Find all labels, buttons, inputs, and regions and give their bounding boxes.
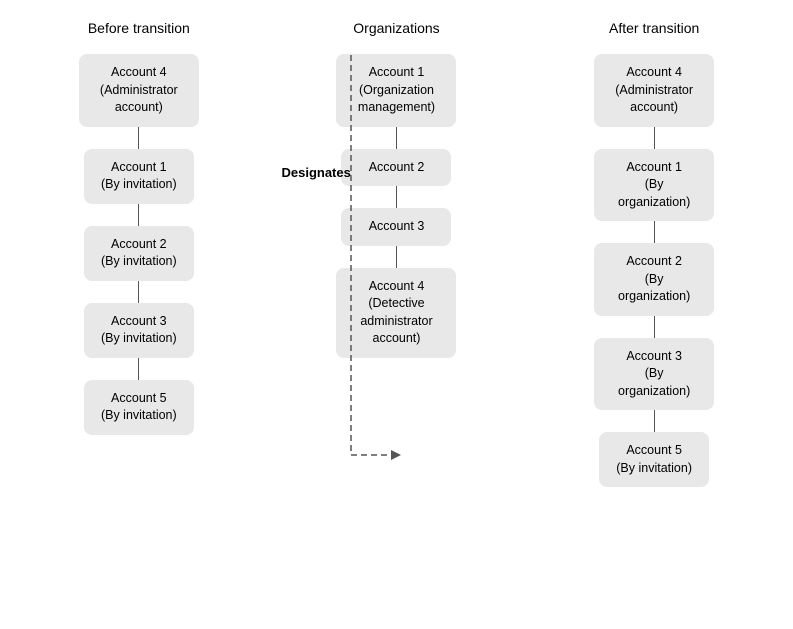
before-acc4-line1: Account 4	[111, 65, 167, 79]
connector-v4	[138, 358, 139, 380]
after-acc3-box: Account 3 (By organization)	[594, 338, 714, 411]
before-acc1-line1: Account 1	[111, 160, 167, 174]
before-acc1-line2: (By invitation)	[101, 177, 177, 191]
org-connector-v2	[396, 186, 397, 208]
after-acc1-line1: Account 1	[626, 160, 682, 174]
after-acc4-box: Account 4 (Administrator account)	[594, 54, 714, 127]
after-connector-v4	[654, 410, 655, 432]
after-acc3-line1: Account 3	[626, 349, 682, 363]
before-column: Before transition Account 4 (Administrat…	[79, 20, 199, 435]
connector-v1	[138, 127, 139, 149]
org-acc1-line2: (Organization management)	[358, 83, 435, 115]
after-acc3-line2: (By organization)	[618, 366, 690, 398]
after-acc2-line2: (By organization)	[618, 272, 690, 304]
org-connector-v3	[396, 246, 397, 268]
connector-v2	[138, 204, 139, 226]
org-acc4-box: Account 4 (Detective administrator accou…	[336, 268, 456, 358]
org-connector-v1	[396, 127, 397, 149]
before-acc5-line2: (By invitation)	[101, 408, 177, 422]
before-acc1-box: Account 1 (By invitation)	[84, 149, 194, 204]
after-acc4-line2: (Administrator account)	[615, 83, 693, 115]
after-acc5-line1: Account 5	[626, 443, 682, 457]
after-acc2-line1: Account 2	[626, 254, 682, 268]
after-connector-v2	[654, 221, 655, 243]
before-acc3-box: Account 3 (By invitation)	[84, 303, 194, 358]
before-acc2-box: Account 2 (By invitation)	[84, 226, 194, 281]
before-acc2-line1: Account 2	[111, 237, 167, 251]
org-acc2-box: Account 2	[341, 149, 451, 187]
org-acc1-box: Account 1 (Organization management)	[336, 54, 456, 127]
before-acc4-line2: (Administrator account)	[100, 83, 178, 115]
org-acc2-line1: Account 2	[369, 160, 425, 174]
after-acc2-box: Account 2 (By organization)	[594, 243, 714, 316]
before-acc5-box: Account 5 (By invitation)	[84, 380, 194, 435]
after-acc5-line2: (By invitation)	[616, 461, 692, 475]
before-acc4-box: Account 4 (Administrator account)	[79, 54, 199, 127]
after-column: After transition Account 4 (Administrato…	[594, 20, 714, 487]
after-title: After transition	[609, 20, 699, 36]
after-acc4-line1: Account 4	[626, 65, 682, 79]
diagram: Before transition Account 4 (Administrat…	[0, 0, 793, 629]
designates-label: Designates	[281, 165, 350, 180]
before-acc3-line2: (By invitation)	[101, 331, 177, 345]
before-acc3-line1: Account 3	[111, 314, 167, 328]
before-acc2-line2: (By invitation)	[101, 254, 177, 268]
after-acc1-box: Account 1 (By organization)	[594, 149, 714, 222]
org-acc4-line2: (Detective administrator account)	[360, 296, 432, 345]
orgs-column: Organizations Designates Account 1 (Orga…	[336, 20, 456, 358]
after-acc1-line2: (By organization)	[618, 177, 690, 209]
org-acc3-box: Account 3	[341, 208, 451, 246]
org-acc1-line1: Account 1	[369, 65, 425, 79]
after-connector-v1	[654, 127, 655, 149]
after-acc5-box: Account 5 (By invitation)	[599, 432, 709, 487]
after-connector-v3	[654, 316, 655, 338]
org-acc4-line1: Account 4	[369, 279, 425, 293]
before-title: Before transition	[88, 20, 190, 36]
orgs-title: Organizations	[353, 20, 439, 36]
org-acc3-line1: Account 3	[369, 219, 425, 233]
connector-v3	[138, 281, 139, 303]
before-acc5-line1: Account 5	[111, 391, 167, 405]
